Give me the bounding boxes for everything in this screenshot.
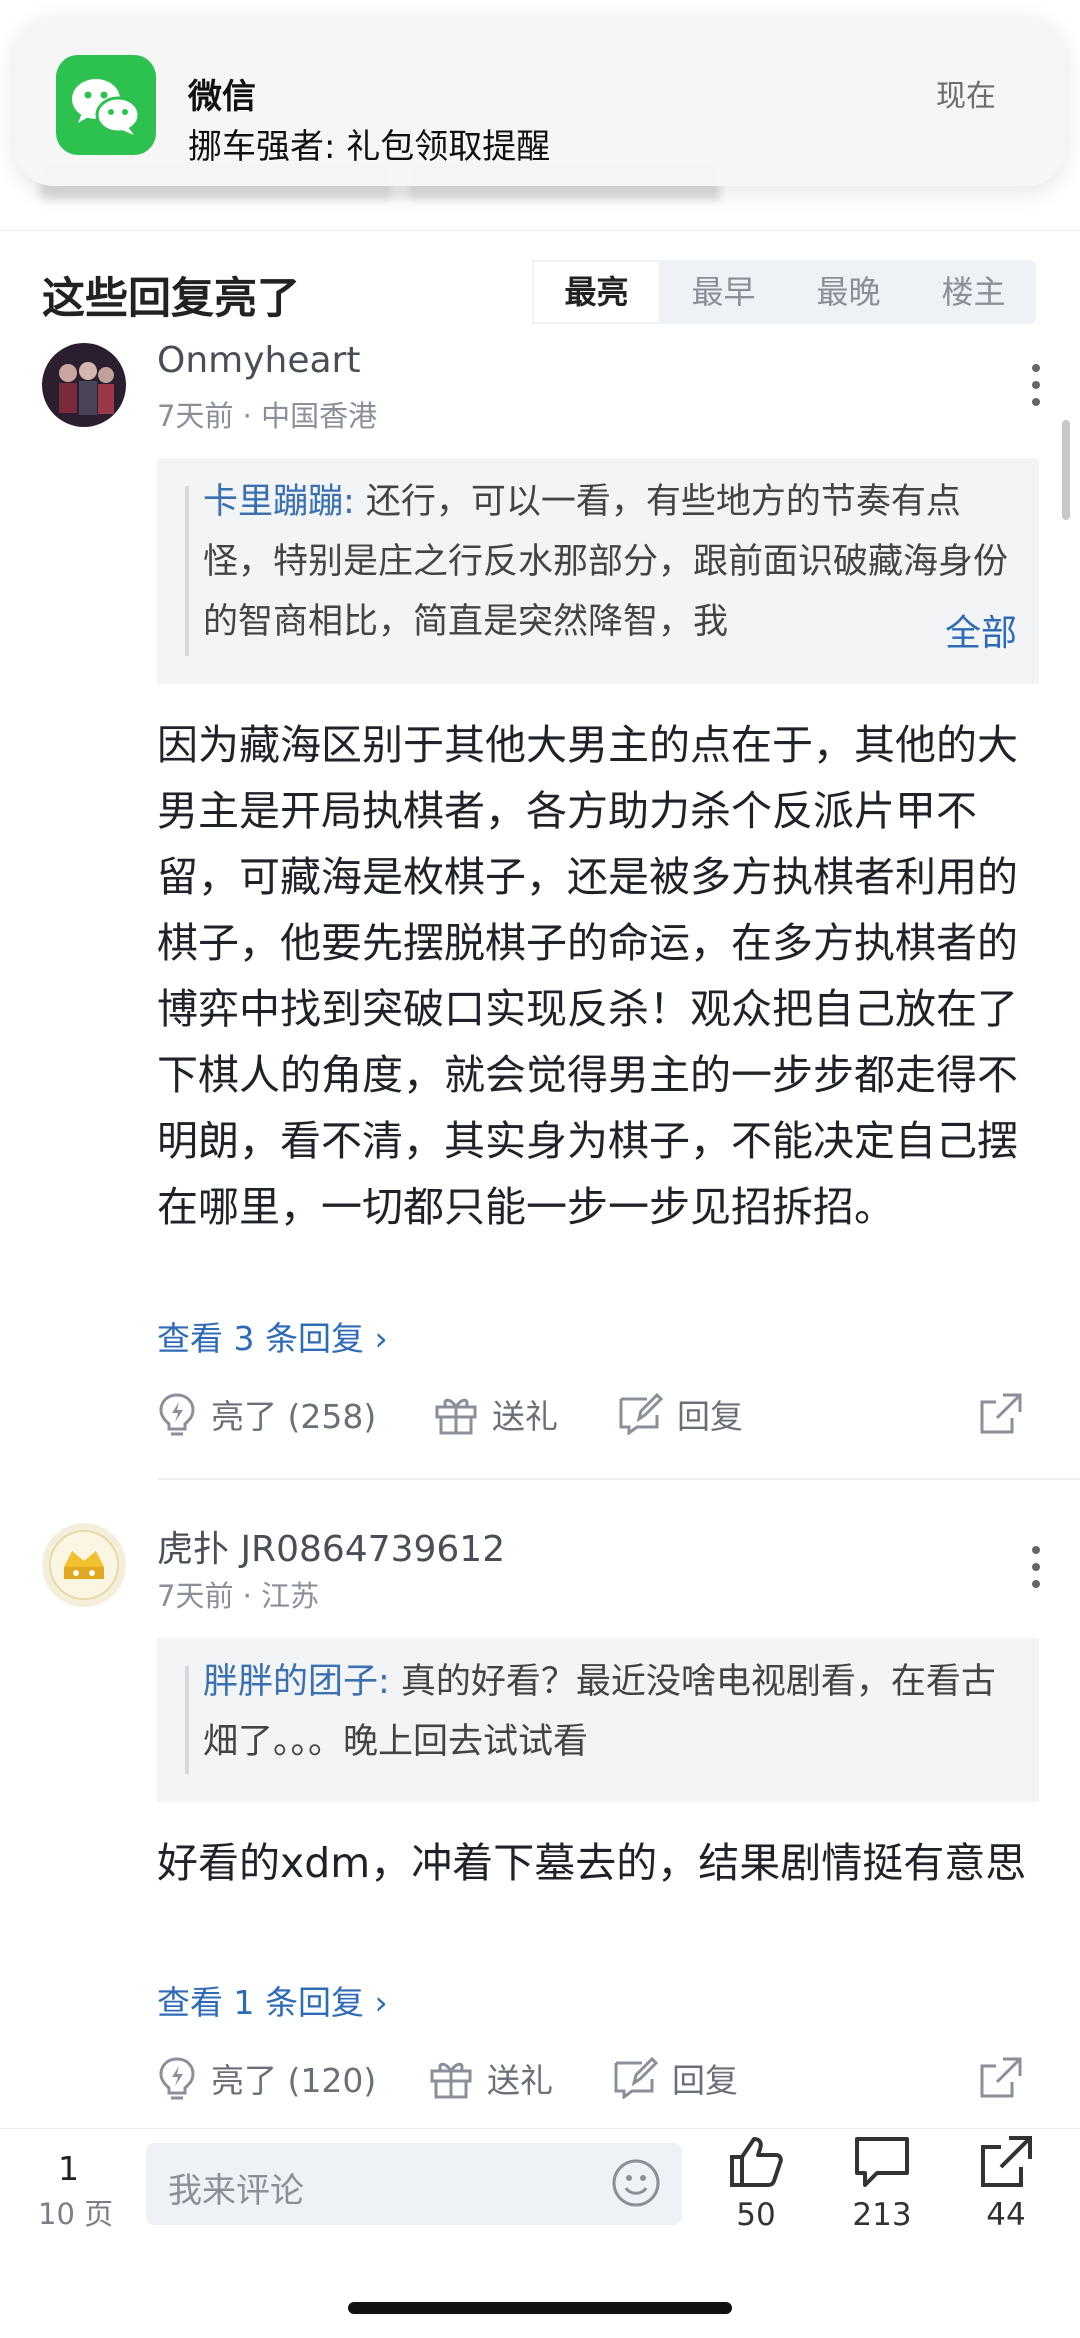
quote-bar [185,1666,189,1774]
comment-input-placeholder: 我来评论 [168,2171,304,2211]
quote-text-block: 胖胖的团子: 真的好看？最近没啥电视剧看，在看古畑了。。。晚上回去试试看 [203,1652,1019,1772]
wechat-icon [56,55,156,155]
quoted-comment[interactable]: 卡里蹦蹦: 还行，可以一看，有些地方的节奏有点怪，特别是庄之行反水那部分，跟前面… [157,458,1039,684]
like-count: 亮了 (120) [211,2061,377,2100]
quote-text-block: 卡里蹦蹦: 还行，可以一看，有些地方的节奏有点怪，特别是庄之行反水那部分，跟前面… [203,472,1019,652]
notification-time: 现在 [936,79,996,114]
tab-op-only[interactable]: 楼主 [911,260,1036,324]
avatar[interactable] [42,343,126,427]
comment-actions: 亮了 (120) 送礼 回复 [157,2048,1037,2108]
thumbs-up-icon [730,2137,783,2187]
comment-bubble-icon [855,2137,909,2187]
post-like-count: 50 [736,2197,776,2233]
tab-latest[interactable]: 最晚 [786,260,911,324]
lightbulb-icon [159,1393,195,1436]
more-options-icon[interactable] [1032,1546,1042,1597]
comment-divider [157,1478,1080,1480]
comment-body: 因为藏海区别于其他大男主的点在于，其他的大男主是开局执棋者，各方助力杀个反派片甲… [157,721,1018,1231]
like-post-button[interactable]: 50 [706,2135,806,2233]
scrollbar[interactable] [1062,420,1070,520]
comment-actions: 亮了 (258) 送礼 回复 [157,1384,1037,1444]
avatar[interactable] [42,1523,126,1607]
gift-label: 送礼 [487,2061,553,2100]
gift-icon [430,2062,472,2099]
tab-hottest[interactable]: 最亮 [532,260,661,324]
username[interactable]: Onmyheart [157,340,360,381]
comment-body: 好看的xdm，冲着下墓去的，结果剧情挺有意思 [157,1839,1027,1887]
quoted-comment[interactable]: 胖胖的团子: 真的好看？最近没啥电视剧看，在看古畑了。。。晚上回去试试看 [157,1638,1039,1802]
comment-meta: 7天前 · 中国香港 [157,399,378,433]
quote-author[interactable]: 卡里蹦蹦: [203,482,355,522]
notification-message: 挪车强者: 礼包领取提醒 [188,127,551,167]
quote-bar [185,486,189,656]
reply-icon [619,1393,663,1435]
tab-earliest[interactable]: 最早 [661,260,786,324]
gift-button[interactable]: 送礼 [434,1384,558,1444]
comment-input[interactable]: 我来评论 [146,2143,682,2225]
light-up-button[interactable]: 亮了 (120) [157,2048,376,2108]
reply-label: 回复 [672,2061,738,2100]
more-options-icon[interactable] [1032,364,1042,415]
comments-button[interactable]: 213 [832,2135,932,2233]
view-replies-link[interactable]: 查看 3 条回复 › [157,1312,388,1360]
notification-app-name: 微信 [188,77,256,117]
section-title: 这些回复亮了 [42,274,300,324]
current-page: 1 [58,2149,79,2188]
share-icon [980,2057,1022,2098]
gift-button[interactable]: 送礼 [429,2048,553,2108]
quote-expand-link[interactable]: 全部 [934,604,1017,656]
share-button[interactable] [979,2048,1037,2108]
gift-label: 送礼 [492,1397,558,1436]
share-icon [980,1393,1022,1434]
username[interactable]: 虎扑 JR0864739612 [157,1520,505,1572]
share-button[interactable] [979,1384,1037,1444]
reply-icon [614,2057,658,2099]
emoji-icon[interactable] [610,2157,662,2213]
share-icon [981,2136,1032,2187]
reply-button[interactable]: 回复 [612,2048,738,2108]
reply-label: 回复 [677,1397,743,1436]
post-share-count: 44 [986,2197,1026,2233]
home-indicator[interactable] [348,2302,732,2314]
total-pages: 10 页 [38,2197,114,2231]
comment-meta: 7天前 · 江苏 [157,1579,320,1613]
quote-author[interactable]: 胖胖的团子: [203,1662,390,1702]
gift-icon [435,1398,477,1435]
like-count: 亮了 (258) [211,1397,377,1436]
post-comment-count: 213 [852,2197,912,2233]
wechat-notification-banner[interactable]: 微信 挪车强者: 礼包领取提醒 现在 [14,16,1066,186]
light-up-button[interactable]: 亮了 (258) [157,1384,376,1444]
replies-section-header: 这些回复亮了 最亮 最早 最晚 楼主 [0,240,1080,350]
sort-tabs: 最亮 最早 最晚 楼主 [532,260,1036,324]
lightbulb-icon [159,2057,195,2100]
reply-button[interactable]: 回复 [617,1384,743,1444]
view-replies-link[interactable]: 查看 1 条回复 › [157,1976,388,2024]
share-post-button[interactable]: 44 [956,2135,1056,2233]
